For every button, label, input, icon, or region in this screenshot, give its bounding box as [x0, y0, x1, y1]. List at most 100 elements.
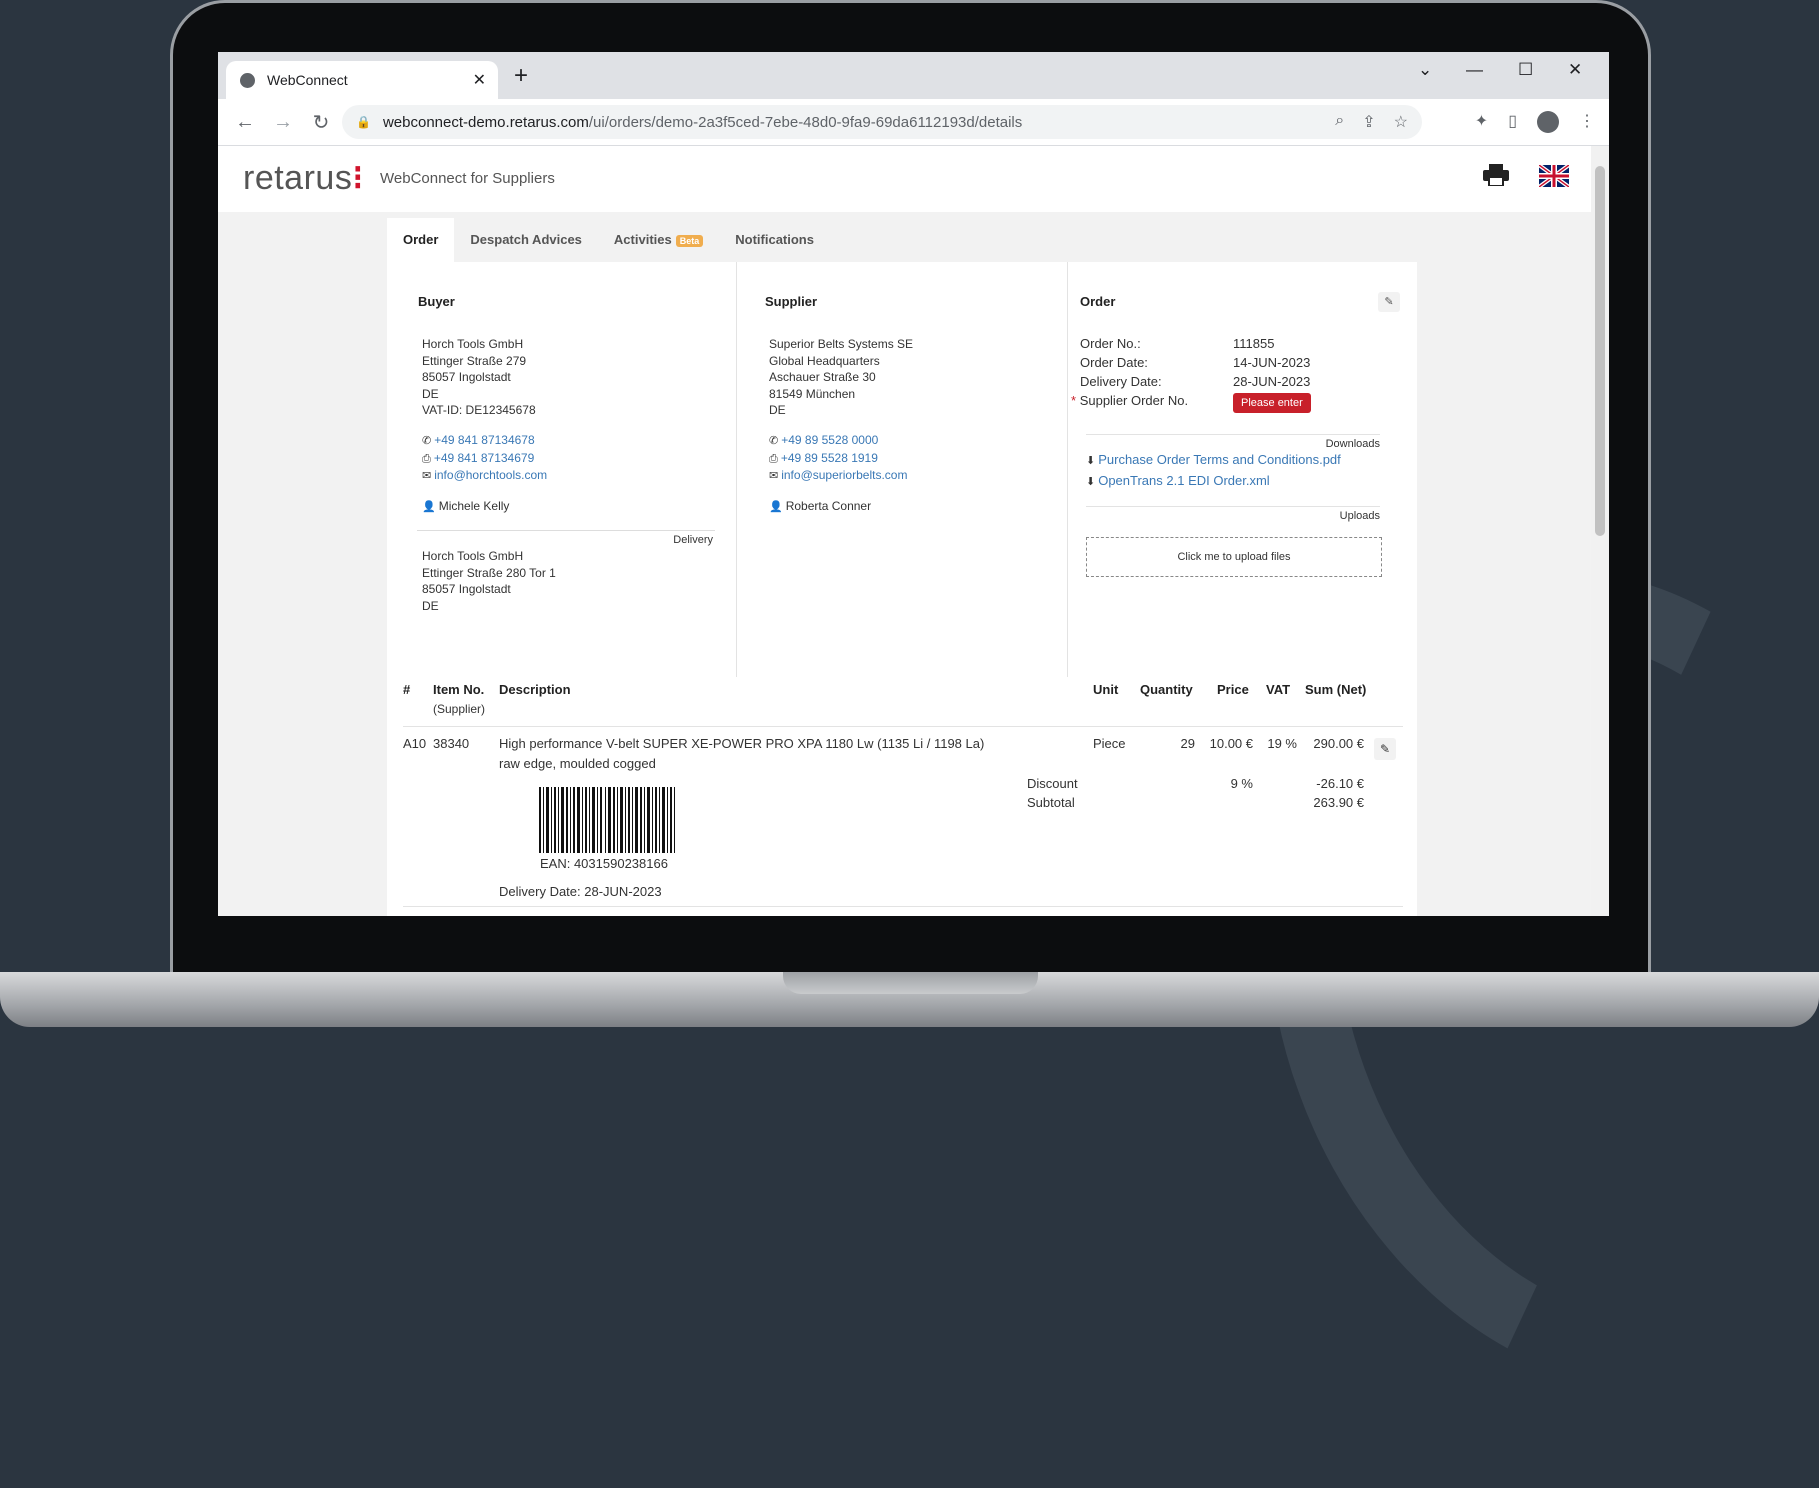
- app-subtitle: WebConnect for Suppliers: [380, 170, 555, 187]
- downloads-divider: [1086, 434, 1380, 435]
- buyer-phone-link[interactable]: +49 841 87134678: [434, 433, 534, 447]
- order-no-label: Order No.:: [1080, 336, 1141, 351]
- back-icon[interactable]: ←: [234, 111, 256, 134]
- retarus-logo: retarus⁝: [243, 159, 364, 197]
- delivery-divider: [417, 530, 715, 531]
- col-sum: Sum (Net): [1305, 682, 1367, 697]
- supplier-contact-block: ✆ +49 89 5528 0000 ⎙ +49 89 5528 1919 ✉ inf…: [769, 432, 907, 485]
- app-header: retarus⁝ WebConnect for Suppliers: [218, 146, 1591, 212]
- row-divider: [403, 906, 1403, 907]
- edit-order-icon[interactable]: ✎: [1378, 292, 1400, 312]
- col-quantity: Quantity: [1140, 682, 1193, 697]
- buyer-email-link[interactable]: info@horchtools.com: [434, 468, 547, 482]
- download-link-edi[interactable]: OpenTrans 2.1 EDI Order.xml: [1098, 473, 1269, 488]
- supplier-fax-link[interactable]: +49 89 5528 1919: [781, 451, 878, 465]
- order-heading: Order: [1080, 294, 1116, 309]
- tab-title: WebConnect: [267, 72, 348, 88]
- buyer-contact-block: ✆ +49 841 87134678 ⎙ +49 841 87134679 ✉ inf…: [422, 432, 547, 485]
- lock-icon: 🔒: [356, 115, 371, 129]
- buyer-fax-link[interactable]: +49 841 87134679: [434, 451, 534, 465]
- order-date-label: Order Date:: [1080, 355, 1148, 370]
- supplier-heading: Supplier: [765, 294, 818, 309]
- download-icon: ⬇: [1086, 475, 1096, 488]
- buyer-city: 85057 Ingolstadt: [422, 370, 511, 384]
- side-panel-icon[interactable]: ▯: [1508, 111, 1517, 133]
- globe-icon: [240, 72, 255, 88]
- tab-order[interactable]: Order: [387, 218, 455, 262]
- row-sum: 290.00 €: [1313, 736, 1364, 751]
- menu-icon[interactable]: ⋮: [1579, 111, 1595, 133]
- beta-badge: Beta: [675, 234, 704, 247]
- maximize-icon[interactable]: ☐: [1518, 60, 1533, 80]
- supplier-order-no-label: * Supplier Order No.: [1071, 393, 1189, 408]
- table-header-divider: [403, 726, 1403, 727]
- supplier-address: Superior Belts Systems SE Global Headqua…: [769, 337, 914, 417]
- buyer-heading: Buyer: [418, 294, 455, 309]
- buyer-person: 👤 Michele Kelly: [422, 499, 510, 513]
- reload-icon[interactable]: ↻: [310, 110, 332, 135]
- user-icon: 👤: [422, 501, 436, 513]
- upload-dropzone[interactable]: Click me to upload files: [1086, 537, 1382, 577]
- col-item-no-sub: (Supplier): [433, 702, 486, 716]
- delivery-date-value: 28-JUN-2023: [1233, 374, 1311, 389]
- discount-label: Discount: [1027, 776, 1078, 791]
- phone-icon: ✆: [422, 435, 432, 447]
- app-viewport: retarus⁝ WebConnect for Suppliers Order …: [218, 146, 1591, 916]
- downloads-label: Downloads: [1325, 438, 1380, 450]
- fax-icon: ⎙: [769, 452, 778, 465]
- extensions-icon[interactable]: ✦: [1475, 111, 1488, 133]
- url-path: /ui/orders/demo-2a3f5ced-7ebe-48d0-9fa9-…: [588, 113, 1023, 131]
- main-content: Order Despatch Advices Activities Beta No…: [387, 212, 1417, 916]
- buyer-address: Horch Tools GmbH Ettinger Straße 279 850…: [422, 336, 536, 419]
- download-link-terms[interactable]: Purchase Order Terms and Conditions.pdf: [1098, 452, 1341, 467]
- forward-icon[interactable]: →: [272, 111, 294, 134]
- order-panel: Buyer Horch Tools GmbH Ettinger Straße 2…: [387, 262, 1417, 916]
- order-column: Order ✎ Order No.: 111855 Order Date: 14…: [1067, 262, 1418, 677]
- close-window-icon[interactable]: ✕: [1568, 60, 1582, 80]
- bookmark-star-icon[interactable]: ☆: [1394, 112, 1408, 132]
- edit-row-icon[interactable]: ✎: [1374, 738, 1396, 760]
- browser-tab[interactable]: WebConnect ✕: [226, 61, 498, 99]
- downloads-list: ⬇ Purchase Order Terms and Conditions.pdf…: [1086, 452, 1341, 490]
- discount-value: -26.10 €: [1316, 776, 1364, 791]
- address-bar[interactable]: 🔒 webconnect-demo.retarus.com/ui/orders/…: [342, 105, 1422, 139]
- row-pos: A10: [403, 736, 427, 751]
- download-icon: ⬇: [1086, 455, 1096, 467]
- printer-icon[interactable]: [1483, 164, 1509, 186]
- tab-activities[interactable]: Activities Beta: [598, 218, 719, 262]
- col-description: Description: [499, 682, 571, 697]
- tab-search-icon[interactable]: ⌄: [1418, 60, 1432, 80]
- fax-icon: ⎙: [422, 452, 431, 465]
- col-unit: Unit: [1093, 682, 1119, 697]
- browser-window: WebConnect ✕ + ⌄ — ☐ ✕ ← → ↻ 🔒 webconnec…: [218, 52, 1609, 916]
- new-tab-icon[interactable]: +: [514, 62, 528, 90]
- profile-avatar[interactable]: [1537, 111, 1559, 133]
- supplier-phone-link[interactable]: +49 89 5528 0000: [781, 433, 878, 447]
- order-tabs: Order Despatch Advices Activities Beta No…: [387, 212, 1417, 262]
- row-price: 10.00 €: [1209, 736, 1253, 751]
- row-description-2: raw edge, moulded cogged: [499, 756, 656, 771]
- row-item-no: 38340: [433, 736, 470, 751]
- phone-icon: ✆: [769, 435, 779, 447]
- close-tab-icon[interactable]: ✕: [473, 70, 486, 90]
- subtotal-label: Subtotal: [1027, 795, 1075, 810]
- zoom-icon[interactable]: ⌕: [1335, 112, 1344, 132]
- delivery-date-label: Delivery Date:: [1080, 374, 1162, 389]
- tab-despatch-advices[interactable]: Despatch Advices: [454, 218, 598, 262]
- browser-toolbar: ← → ↻ 🔒 webconnect-demo.retarus.com/ui/o…: [218, 99, 1609, 146]
- minimize-icon[interactable]: —: [1466, 60, 1483, 80]
- page-scrollbar[interactable]: [1591, 146, 1609, 916]
- supplier-email-link[interactable]: info@superiorbelts.com: [781, 468, 907, 482]
- tab-bar: WebConnect ✕ + ⌄ — ☐ ✕: [218, 52, 1609, 99]
- delivery-address: Horch Tools GmbH Ettinger Straße 280 Tor…: [422, 549, 556, 613]
- order-no-value: 111855: [1233, 336, 1275, 351]
- please-enter-button[interactable]: Please enter: [1233, 393, 1311, 413]
- buyer-street: Ettinger Straße 279: [422, 353, 527, 368]
- row-description-1: High performance V-belt SUPER XE-POWER P…: [499, 736, 985, 751]
- ean-text: EAN: 4031590238166: [540, 856, 668, 871]
- uploads-label: Uploads: [1339, 510, 1380, 522]
- tab-notifications[interactable]: Notifications: [719, 218, 830, 262]
- uk-flag-icon[interactable]: [1539, 165, 1569, 187]
- share-icon[interactable]: ⇪: [1362, 112, 1375, 132]
- row-delivery-date: Delivery Date: 28-JUN-2023: [499, 884, 662, 899]
